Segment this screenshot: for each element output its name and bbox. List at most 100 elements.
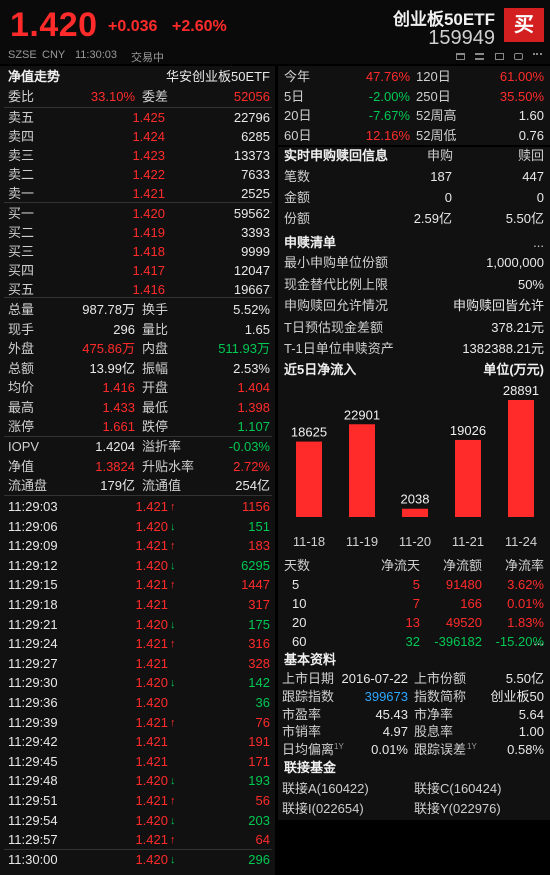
tick-volume: 64: [255, 832, 270, 848]
bid-price: 1.417: [132, 263, 165, 278]
nav-value: 254亿: [235, 478, 270, 493]
more-icon[interactable]: [533, 53, 542, 60]
arrow-down-icon: ↓: [170, 775, 176, 788]
basic-value[interactable]: 399673: [330, 688, 408, 706]
ask-volume: 2525: [241, 186, 270, 201]
flow-days: 10: [292, 596, 307, 611]
tick-volume: 183: [248, 538, 270, 554]
tick-time: 11:29:12: [8, 557, 58, 573]
linked-fund-item[interactable]: 联接C(160424): [414, 780, 501, 798]
arrow-up-icon: ↑: [170, 638, 176, 651]
nav-value: -0.03%: [228, 439, 270, 454]
basic-value: 2016-07-22: [341, 671, 409, 686]
tick-price: 1.421: [135, 538, 168, 554]
redeem-col-subscribe: 申购: [426, 148, 453, 163]
basic-info-title: 基本资料: [284, 652, 337, 667]
tick-time: 11:29:15: [8, 577, 58, 593]
nav-value: 179亿: [100, 478, 135, 493]
redeem-list-label: 申购赎回允许情况: [284, 298, 389, 313]
linked-fund-item[interactable]: 联接Y(022976): [414, 800, 501, 818]
flow-table-header: 净流天: [380, 558, 420, 573]
ask-price: 1.422: [132, 167, 165, 182]
ask-label: 卖一: [8, 186, 35, 201]
tick-price: 1.421: [135, 499, 168, 514]
tick-volume: 296: [248, 851, 270, 867]
ask-volume: 7633: [241, 167, 270, 182]
stat-label: 总量: [8, 302, 35, 317]
tick-volume: 203: [248, 812, 270, 828]
tick-time: 11:29:45: [8, 753, 58, 769]
inflow-x-label: 11-20: [399, 534, 431, 549]
exchange-label: SZSE: [8, 49, 37, 61]
tick-volume: 56: [255, 793, 270, 808]
flow-net-days: 5: [412, 577, 420, 592]
stat-label: 总额: [8, 360, 35, 376]
basic-value: 5.50亿: [505, 671, 544, 686]
tick-time: 11:29:21: [8, 616, 58, 632]
grid-icon[interactable]: [494, 53, 504, 60]
ask-price: 1.423: [132, 148, 165, 163]
stat-value: 13.99亿: [89, 360, 135, 376]
perf-value: 0.76: [518, 127, 544, 143]
tick-price: 1.420: [135, 616, 168, 632]
perf-label: 20日: [284, 108, 312, 123]
bid-volume: 9999: [241, 244, 270, 259]
flow-days: 60: [292, 634, 307, 649]
flow-table-more[interactable]: ...: [520, 632, 544, 650]
nav-value: 2.72%: [233, 458, 270, 474]
nav-label: IOPV: [8, 439, 40, 454]
nav-value: 1.3824: [95, 458, 135, 474]
tick-volume: 1156: [242, 499, 270, 514]
basic-label: 股息率: [414, 724, 454, 740]
tick-volume: 6295: [241, 557, 270, 573]
stat-label: 最低: [142, 399, 169, 415]
basic-label: 跟踪误差: [414, 742, 467, 758]
tick-price: 1.421: [135, 577, 168, 593]
tick-volume: 317: [248, 597, 270, 612]
nav-trend-title[interactable]: 净值走势: [8, 68, 60, 86]
ask-volume: 22796: [233, 110, 270, 125]
inflow-x-label: 11-18: [293, 534, 325, 549]
basic-label: 市净率: [414, 706, 454, 722]
basic-value: 5.64: [518, 706, 544, 722]
price-change: +0.036: [108, 18, 158, 35]
tick-price: 1.420: [135, 812, 168, 828]
inflow-bar: [455, 439, 481, 517]
linked-fund-title: 联接基金: [284, 760, 337, 775]
tick-time: 11:29:51: [8, 793, 58, 808]
nav-label: 流通值: [142, 478, 182, 493]
flow-net-amount: 91480: [445, 577, 482, 592]
tick-price: 1.421: [135, 734, 168, 750]
linked-fund-item[interactable]: 联接I(022654): [282, 800, 364, 818]
redeem-list-more[interactable]: ...: [520, 234, 544, 252]
bid-price: 1.419: [132, 225, 165, 240]
tick-time: 11:29:06: [8, 518, 58, 534]
redeem-list-value: 378.21元: [491, 319, 544, 335]
bid-price: 1.416: [132, 282, 165, 297]
etf-code: 159949: [428, 27, 495, 49]
buy-button[interactable]: 买: [504, 8, 544, 42]
chart-icon[interactable]: [456, 53, 465, 60]
redeem-info-label: 金额: [284, 190, 311, 205]
arrow-down-icon: ↓: [170, 853, 176, 866]
list-icon[interactable]: [475, 53, 485, 60]
basic-value: 45.43: [375, 706, 408, 722]
redeem-redeem-value: 0: [536, 190, 544, 205]
perf-label: 120日: [416, 69, 451, 84]
redeem-subscribe-value: 0: [444, 190, 452, 205]
inflow-bar: [296, 441, 322, 517]
fund-name: 华安创业板50ETF: [165, 69, 270, 84]
bid-label: 买一: [8, 206, 35, 221]
inflow-bar: [402, 508, 428, 517]
basic-value: 0.58%: [507, 742, 544, 758]
perf-label: 今年: [284, 69, 311, 84]
stat-label: 均价: [8, 380, 35, 395]
redeem-redeem-value: 5.50亿: [505, 211, 544, 226]
arrow-down-icon: ↓: [170, 559, 176, 572]
stat-label: 开盘: [142, 380, 169, 395]
nav-value: 1.4204: [95, 439, 135, 454]
perf-value: -7.67%: [368, 108, 410, 123]
linked-fund-item[interactable]: 联接A(160422): [282, 780, 369, 798]
perf-value: 61.00%: [499, 69, 544, 84]
settings-icon[interactable]: [513, 53, 523, 60]
